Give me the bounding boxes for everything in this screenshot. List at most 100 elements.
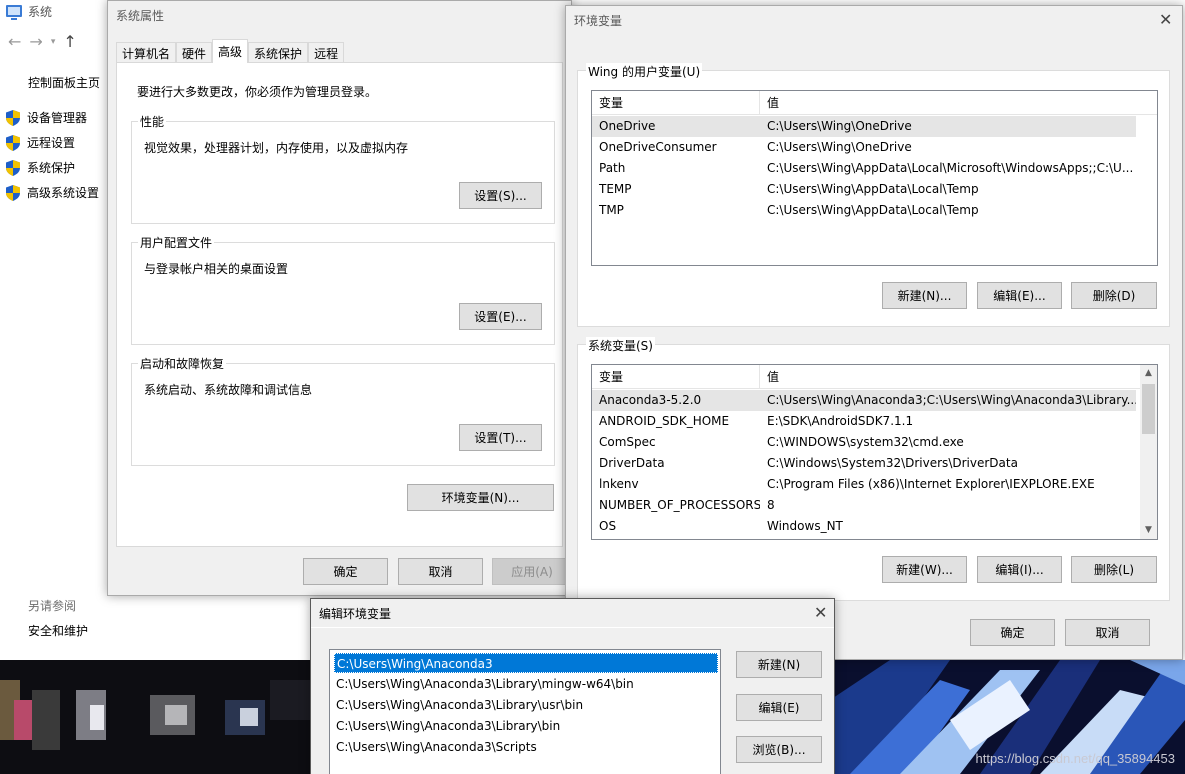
scroll-thumb[interactable] [1142,384,1155,434]
list-item[interactable]: C:\Users\Wing\Anaconda3\Library\usr\bin [334,695,718,715]
table-row[interactable]: NUMBER_OF_PROCESSORS 8 [592,495,1136,516]
startup-recovery-group: 启动和故障恢复 系统启动、系统故障和调试信息 设置(T)... [131,355,555,466]
tab-advanced[interactable]: 高级 [212,39,249,63]
cp-title: 系统 [28,4,53,19]
tab-computer-name[interactable]: 计算机名 [116,42,177,63]
cancel-button[interactable]: 取消 [398,558,483,585]
var-value: C:\Windows\System32\Drivers\DriverData [767,456,1018,470]
system-edit-button[interactable]: 编辑(I)... [977,556,1062,583]
title-separator [311,627,834,628]
var-name: ComSpec [599,435,656,449]
table-row[interactable]: TMP C:\Users\Wing\AppData\Local\Temp [592,200,1136,221]
blurred-region [270,680,310,720]
table-row[interactable]: OneDriveConsumer C:\Users\Wing\OneDrive [592,137,1136,158]
env-cancel-button[interactable]: 取消 [1065,619,1150,646]
group-label: Wing 的用户变量(U) [586,63,703,80]
close-icon[interactable]: ✕ [814,603,827,622]
table-row[interactable]: TEMP C:\Users\Wing\AppData\Local\Temp [592,179,1136,200]
device-manager-link[interactable]: 设备管理器 [6,109,87,126]
list-item[interactable]: C:\Users\Wing\Anaconda3\Library\bin [334,716,718,736]
list-item[interactable]: C:\Users\Wing\Anaconda3\Scripts [334,737,718,757]
table-row[interactable]: OS Windows_NT [592,516,1136,537]
user-profiles-settings-button[interactable]: 设置(E)... [459,303,542,330]
var-name: OneDriveConsumer [599,140,717,154]
var-name: lnkenv [599,477,639,491]
var-name: OneDrive [599,119,656,133]
user-variables-group: Wing 的用户变量(U) 变量 值 OneDrive C:\Users\Win… [577,63,1170,327]
shield-icon [6,134,20,151]
environment-variables-button[interactable]: 环境变量(N)... [407,484,554,511]
blurred-region [32,690,60,750]
list-item[interactable]: C:\Users\Wing\Anaconda3\Library\mingw-w6… [334,674,718,694]
back-arrow-icon[interactable]: ← [8,32,21,51]
list-item[interactable]: C:\Users\Wing\Anaconda3 [334,653,718,673]
advanced-system-settings-link[interactable]: 高级系统设置 [6,184,99,201]
system-delete-button[interactable]: 删除(L) [1071,556,1157,583]
cp-link-label: 系统保护 [27,161,76,175]
remote-settings-link[interactable]: 远程设置 [6,134,75,151]
path-new-button[interactable]: 新建(N) [736,651,822,678]
user-variables-list[interactable]: 变量 值 OneDrive C:\Users\Wing\OneDrive One… [591,90,1158,266]
performance-settings-button[interactable]: 设置(S)... [459,182,542,209]
group-description: 与登录帐户相关的桌面设置 [144,262,289,276]
env-ok-button[interactable]: 确定 [970,619,1055,646]
system-protection-link[interactable]: 系统保护 [6,159,75,176]
var-value: C:\Users\Wing\AppData\Local\Temp [767,203,979,217]
table-row[interactable]: DriverData C:\Windows\System32\Drivers\D… [592,453,1136,474]
table-row[interactable]: OneDrive C:\Users\Wing\OneDrive [592,116,1136,137]
user-edit-button[interactable]: 编辑(E)... [977,282,1062,309]
column-header-variable[interactable]: 变量 [592,91,760,115]
var-value: C:\WINDOWS\system32\cmd.exe [767,435,964,449]
table-row[interactable]: ComSpec C:\WINDOWS\system32\cmd.exe [592,432,1136,453]
blurred-region [14,700,32,740]
var-value: C:\Users\Wing\OneDrive [767,119,912,133]
advanced-tab-pane: 要进行大多数更改，你必须作为管理员登录。 性能 视觉效果，处理器计划，内存使用，… [116,62,563,547]
vertical-scrollbar[interactable]: ▲ ▼ [1140,365,1157,539]
scroll-down-icon[interactable]: ▼ [1140,522,1157,539]
tab-remote[interactable]: 远程 [308,42,345,63]
system-variables-list[interactable]: 变量 值 Anaconda3-5.2.0 C:\Users\Wing\Anaco… [591,364,1158,540]
user-new-button[interactable]: 新建(N)... [882,282,967,309]
var-name: Path [599,161,626,175]
computer-icon [6,5,22,20]
path-browse-button[interactable]: 浏览(B)... [736,736,822,763]
cp-home-link[interactable]: 控制面板主页 [28,74,100,91]
list-header: 变量 值 [592,91,1157,115]
var-name: Anaconda3-5.2.0 [599,393,702,407]
group-label: 启动和故障恢复 [138,355,227,372]
user-profiles-group: 用户配置文件 与登录帐户相关的桌面设置 设置(E)... [131,234,555,345]
path-entries-list[interactable]: C:\Users\Wing\Anaconda3 C:\Users\Wing\An… [329,649,721,774]
column-header-value[interactable]: 值 [760,365,779,389]
close-icon[interactable]: ✕ [1159,10,1172,29]
group-label: 性能 [138,113,167,130]
var-value: Windows_NT [767,519,843,533]
cp-link-label: 设备管理器 [27,111,88,125]
watermark-text: https://blog.csdn.net/qq_35894453 [975,751,1176,766]
cp-title-bar: 系统 [6,2,52,20]
tab-hardware[interactable]: 硬件 [176,42,213,63]
user-delete-button[interactable]: 删除(D) [1071,282,1157,309]
path-edit-button[interactable]: 编辑(E) [736,694,822,721]
table-row[interactable]: ANDROID_SDK_HOME E:\SDK\AndroidSDK7.1.1 [592,411,1136,432]
table-row[interactable]: Path C:\Users\Wing\AppData\Local\Microso… [592,158,1136,179]
blurred-region [165,705,187,725]
system-properties-dialog: 系统属性 计算机名 硬件 高级 系统保护 远程 要进行大多数更改，你必须作为管理… [107,0,572,596]
tab-system-protection[interactable]: 系统保护 [248,42,309,63]
blurred-region [90,705,104,730]
apply-button[interactable]: 应用(A) [492,558,572,585]
var-name: TMP [599,203,624,217]
table-row[interactable]: Anaconda3-5.2.0 C:\Users\Wing\Anaconda3;… [592,390,1136,411]
system-new-button[interactable]: 新建(W)... [882,556,967,583]
scroll-up-icon[interactable]: ▲ [1140,365,1157,382]
group-label: 用户配置文件 [138,234,215,251]
forward-arrow-icon[interactable]: → [29,32,42,51]
column-header-variable[interactable]: 变量 [592,365,760,389]
ok-button[interactable]: 确定 [303,558,388,585]
startup-settings-button[interactable]: 设置(T)... [459,424,542,451]
chevron-down-icon[interactable]: ▾ [51,37,56,47]
column-header-value[interactable]: 值 [760,91,779,115]
shield-icon [6,159,20,176]
security-maintenance-link[interactable]: 安全和维护 [28,622,88,639]
table-row[interactable]: lnkenv C:\Program Files (x86)\Internet E… [592,474,1136,495]
up-arrow-icon[interactable]: ↑ [63,32,76,51]
